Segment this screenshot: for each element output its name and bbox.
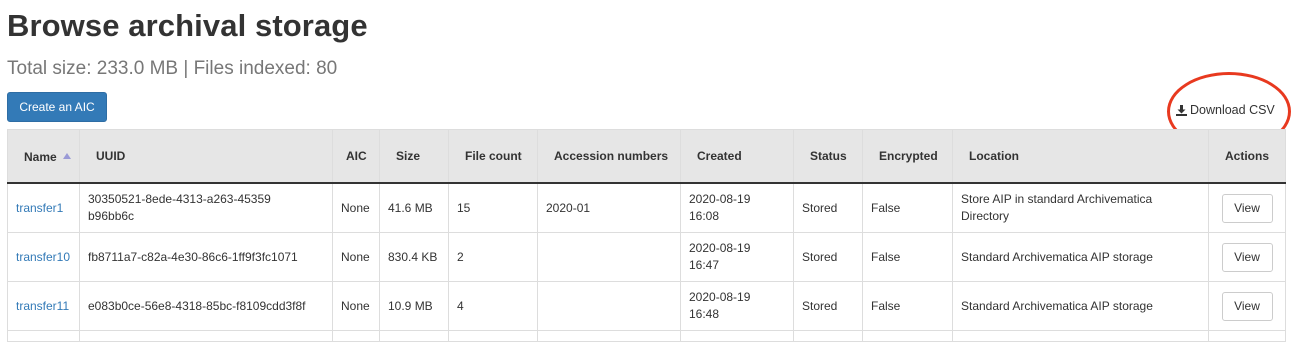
download-icon: [1176, 104, 1187, 116]
aic-cell: None: [332, 281, 380, 331]
created-cell: 2020-08-19 16:08: [680, 182, 794, 233]
created-cell: 2020-08-19 16:48: [680, 281, 794, 331]
table-header-row: Name UUID AIC Size File count Accession …: [7, 129, 1286, 184]
accession-cell: [537, 232, 681, 282]
encrypted-cell: False: [862, 232, 953, 282]
aic-cell: None: [332, 232, 380, 282]
table-row-partial: [7, 330, 1286, 342]
column-header-location[interactable]: Location: [952, 129, 1209, 184]
column-header-accession-numbers[interactable]: Accession numbers: [537, 129, 681, 184]
size-cell: 10.9 MB: [379, 281, 449, 331]
view-button[interactable]: View: [1221, 291, 1273, 321]
table-row: transfer10 fb8711a7-c82a-4e30-86c6-1ff9f…: [7, 232, 1286, 282]
status-cell: Stored: [793, 232, 863, 282]
aip-name-link[interactable]: transfer11: [16, 299, 69, 313]
column-header-actions: Actions: [1208, 129, 1286, 184]
size-cell: 830.4 KB: [379, 232, 449, 282]
column-header-uuid[interactable]: UUID: [79, 129, 333, 184]
accession-cell: [537, 281, 681, 331]
aip-name-link[interactable]: transfer1: [16, 201, 63, 215]
accession-cell: 2020-01: [537, 182, 681, 233]
archival-storage-table: Name UUID AIC Size File count Accession …: [7, 129, 1286, 342]
column-header-created[interactable]: Created: [680, 129, 794, 184]
created-cell: 2020-08-19 16:47: [680, 232, 794, 282]
uuid-cell: 30350521-8ede-4313-a263-45359b96bb6c: [88, 192, 271, 223]
view-button[interactable]: View: [1221, 242, 1273, 272]
aic-cell: None: [332, 182, 380, 233]
column-header-name[interactable]: Name: [7, 129, 80, 184]
page-title: Browse archival storage: [7, 8, 368, 43]
file-count-cell: 15: [448, 182, 538, 233]
table-row: transfer11 e083b0ce-56e8-4318-85bc-f8109…: [7, 281, 1286, 331]
location-cell: Standard Archivematica AIP storage: [952, 232, 1209, 282]
file-count-cell: 2: [448, 232, 538, 282]
storage-summary: Total size: 233.0 MB | Files indexed: 80: [7, 58, 338, 79]
column-header-size[interactable]: Size: [379, 129, 449, 184]
location-cell: Standard Archivematica AIP storage: [952, 281, 1209, 331]
status-cell: Stored: [793, 182, 863, 233]
column-header-encrypted[interactable]: Encrypted: [862, 129, 953, 184]
download-csv-link[interactable]: Download CSV: [1176, 103, 1275, 117]
table-row: transfer1 30350521-8ede-4313-a263-45359b…: [7, 182, 1286, 233]
sort-ascending-icon: [62, 147, 71, 163]
encrypted-cell: False: [862, 182, 953, 233]
encrypted-cell: False: [862, 281, 953, 331]
view-button[interactable]: View: [1221, 193, 1273, 223]
uuid-cell: e083b0ce-56e8-4318-85bc-f8109cdd3f8f: [88, 298, 306, 313]
column-header-status[interactable]: Status: [793, 129, 863, 184]
download-csv-label: Download CSV: [1190, 103, 1275, 117]
location-cell: Store AIP in standard Archivematica Dire…: [952, 182, 1209, 233]
file-count-cell: 4: [448, 281, 538, 331]
column-header-file-count[interactable]: File count: [448, 129, 538, 184]
column-header-aic[interactable]: AIC: [332, 129, 380, 184]
uuid-cell: fb8711a7-c82a-4e30-86c6-1ff9f3fc1071: [88, 249, 298, 264]
create-aic-button[interactable]: Create an AIC: [7, 92, 107, 122]
size-cell: 41.6 MB: [379, 182, 449, 233]
aip-name-link[interactable]: transfer10: [16, 250, 70, 264]
status-cell: Stored: [793, 281, 863, 331]
